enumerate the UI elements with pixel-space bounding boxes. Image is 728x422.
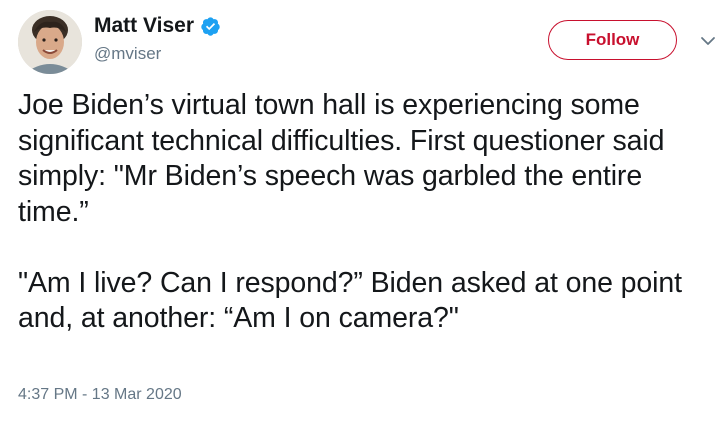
tweet-timestamp[interactable]: 4:37 PM - 13 Mar 2020 bbox=[18, 386, 182, 404]
tweet-text: Joe Biden’s virtual town hall is experie… bbox=[18, 89, 682, 334]
chevron-down-icon[interactable] bbox=[700, 34, 716, 46]
author-handle[interactable]: @mviser bbox=[94, 44, 161, 64]
follow-button[interactable]: Follow bbox=[548, 20, 677, 60]
avatar[interactable] bbox=[18, 10, 82, 74]
tweet-card: Matt Viser @mviser Follow Joe Biden’s vi… bbox=[0, 0, 728, 422]
author-display-name[interactable]: Matt Viser bbox=[94, 14, 194, 38]
verified-badge-icon bbox=[200, 16, 221, 37]
avatar-photo bbox=[18, 10, 82, 74]
author-name-row[interactable]: Matt Viser bbox=[94, 14, 221, 38]
